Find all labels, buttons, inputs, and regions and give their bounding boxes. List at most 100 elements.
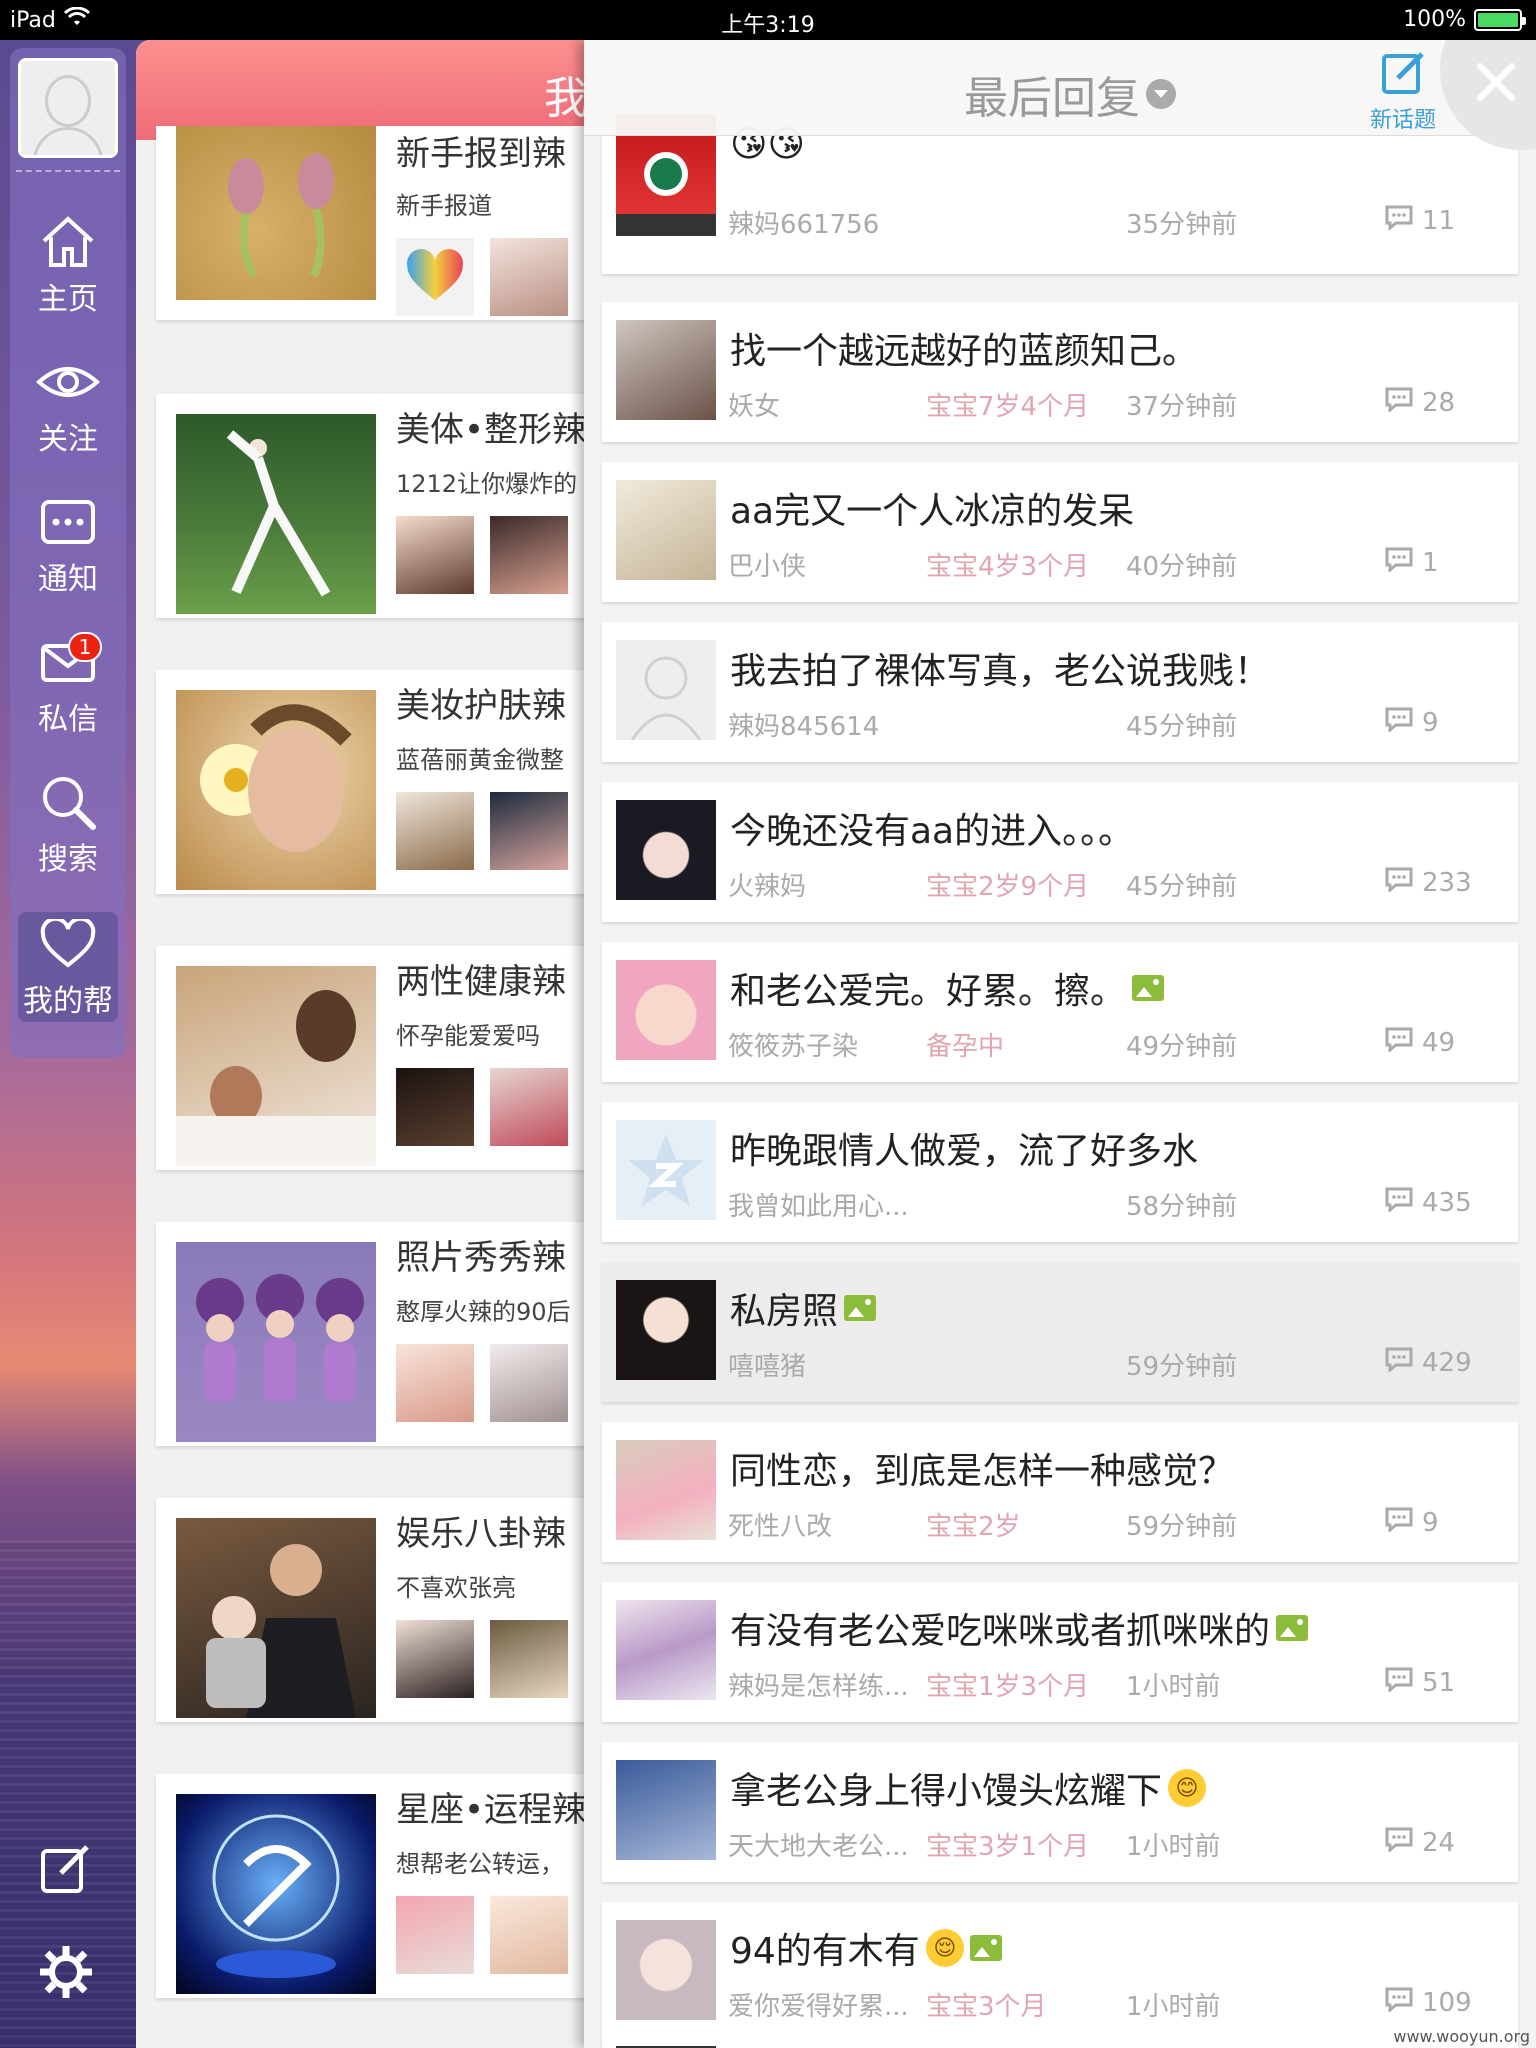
image-icon xyxy=(1276,1615,1309,1641)
topic-author: 嘻嘻猪 xyxy=(728,1352,807,1382)
topic-title: 94的有木有 😌 xyxy=(730,1922,1002,1974)
topic-author: 筱筱苏子染 xyxy=(728,1032,859,1062)
topic-row[interactable]: 私房照 嘻嘻猪 59分钟前 429 xyxy=(602,1262,1518,1402)
group-card[interactable]: 星座•运程辣 想帮老公转运， xyxy=(156,1774,596,1998)
topic-title: 和老公爱完。好累。擦。 xyxy=(730,962,1165,1014)
topic-row[interactable] xyxy=(602,2040,1518,2048)
topic-thumbnail xyxy=(616,480,716,580)
topic-author: 巴小侠 xyxy=(728,552,807,582)
battery-percent: 100% xyxy=(1403,7,1466,32)
topic-thumbnail xyxy=(616,960,716,1060)
topic-comment-count: 233 xyxy=(1384,866,1472,899)
topic-comment-count: 49 xyxy=(1384,1026,1455,1059)
avatar[interactable] xyxy=(18,58,118,158)
group-card[interactable]: 美体•整形辣 1212让你爆炸的 xyxy=(156,394,596,618)
image-icon xyxy=(969,1935,1002,1961)
topic-row[interactable]: 找一个越远越好的蓝颜知己。 妖女 宝宝7岁4个月 37分钟前 28 xyxy=(602,302,1518,442)
group-card[interactable]: 新手报到辣 新手报道 xyxy=(156,126,596,320)
topic-row[interactable]: 有没有老公爱吃咪咪或者抓咪咪的 辣妈是怎样练... 宝宝1岁3个月 1小时前 5… xyxy=(602,1582,1518,1722)
topic-thumbnail xyxy=(616,1920,716,2020)
group-name: 新手报到辣 xyxy=(396,134,566,174)
group-name: 美妆护肤辣 xyxy=(396,686,566,726)
comment-icon xyxy=(1384,1186,1414,1219)
close-icon[interactable] xyxy=(1466,52,1526,112)
group-card[interactable]: 两性健康辣 怀孕能爱爱吗 xyxy=(156,946,596,1170)
divider xyxy=(16,170,120,172)
smile-emoji-icon: 😊 xyxy=(1168,1769,1207,1807)
topic-title: 拿老公身上得小馒头炫耀下 😊 xyxy=(730,1762,1207,1814)
member-avatar xyxy=(490,1620,568,1698)
sidebar-item-home[interactable]: 主页 xyxy=(18,210,118,320)
member-avatar xyxy=(490,1896,568,1974)
sidebar-item-notifications[interactable]: 通知 xyxy=(18,490,118,600)
member-avatar xyxy=(396,238,474,316)
groups-panel: 我 新手报到辣 新手报道 美体•整形辣 1212让你爆炸的 美妆护肤辣 蓝蓓丽黄… xyxy=(136,40,596,2048)
comment-icon xyxy=(1384,706,1414,739)
unread-badge: 1 xyxy=(68,632,102,662)
comment-icon xyxy=(1384,866,1414,899)
sort-label: 最后回复 xyxy=(964,73,1140,124)
topic-baby-age: 宝宝7岁4个月 xyxy=(926,392,1090,422)
watermark: www.wooyun.org xyxy=(1393,2027,1530,2046)
topic-comment-count: 9 xyxy=(1384,1506,1439,1539)
topic-row[interactable]: 拿老公身上得小馒头炫耀下 😊 天大地大老公... 宝宝3岁1个月 1小时前 24 xyxy=(602,1742,1518,1882)
topic-thumbnail xyxy=(616,1280,716,1380)
compose-icon[interactable] xyxy=(34,1836,98,1900)
member-avatar xyxy=(490,238,568,316)
topic-author: 辣妈是怎样练... xyxy=(728,1672,909,1702)
topic-comment-count: 24 xyxy=(1384,1826,1455,1859)
topic-author: 爱你爱得好累... xyxy=(728,1992,909,2022)
sidebar-item-follow[interactable]: 关注 xyxy=(18,350,118,460)
topic-row[interactable]: 今晚还没有aa的进入。。。 火辣妈 宝宝2岁9个月 45分钟前 233 xyxy=(602,782,1518,922)
topic-row[interactable]: 和老公爱完。好累。擦。 筱筱苏子染 备孕中 49分钟前 49 xyxy=(602,942,1518,1082)
topic-comment-count: 435 xyxy=(1384,1186,1472,1219)
sidebar-item-messages[interactable]: 1 私信 xyxy=(18,630,118,740)
topic-baby-age: 宝宝3个月 xyxy=(926,1992,1047,2022)
topic-thumbnail xyxy=(616,320,716,420)
clock: 上午3:19 xyxy=(721,13,815,38)
sort-dropdown[interactable]: 最后回复 xyxy=(964,62,1176,126)
topic-row[interactable]: 😘😘 辣妈661756 35分钟前 11 xyxy=(602,114,1518,274)
gear-icon[interactable] xyxy=(34,1940,98,2004)
topic-row[interactable]: 94的有木有 😌 爱你爱得好累... 宝宝3个月 1小时前 109 xyxy=(602,1902,1518,2042)
member-avatar xyxy=(396,1344,474,1422)
group-latest: 1212让你爆炸的 xyxy=(396,470,578,498)
topic-time: 1小时前 xyxy=(1126,1832,1221,1862)
topic-row[interactable]: 同性恋，到底是怎样一种感觉？ 死性八改 宝宝2岁 59分钟前 9 xyxy=(602,1422,1518,1562)
home-icon xyxy=(18,210,118,274)
sidebar-item-my-groups[interactable]: 我的帮 xyxy=(18,912,118,1022)
chevron-down-icon xyxy=(1146,79,1176,109)
sidebar-item-label: 搜索 xyxy=(38,842,98,877)
group-card[interactable]: 娱乐八卦辣 不喜欢张亮 xyxy=(156,1498,596,1722)
group-latest: 不喜欢张亮 xyxy=(396,1574,516,1602)
group-latest: 蓝蓓丽黄金微整 xyxy=(396,746,564,774)
topic-baby-age: 宝宝1岁3个月 xyxy=(926,1672,1090,1702)
sidebar-item-label: 主页 xyxy=(38,282,98,317)
group-card[interactable]: 美妆护肤辣 蓝蓓丽黄金微整 xyxy=(156,670,596,894)
topic-row[interactable]: 我去拍了裸体写真，老公说我贱！ 辣妈845614 45分钟前 9 xyxy=(602,622,1518,762)
topic-baby-age: 宝宝2岁 xyxy=(926,1512,1021,1542)
group-name: 美体•整形辣 xyxy=(396,410,587,450)
topic-time: 59分钟前 xyxy=(1126,1512,1238,1542)
topic-row[interactable]: aa完又一个人冰凉的发呆 巴小侠 宝宝4岁3个月 40分钟前 1 xyxy=(602,462,1518,602)
topic-thumbnail xyxy=(616,1760,716,1860)
topic-row[interactable]: 昨晚跟情人做爱，流了好多水 我曾如此用心... 58分钟前 435 xyxy=(602,1102,1518,1242)
group-thumbnail xyxy=(176,1242,376,1442)
battery-icon xyxy=(1474,8,1526,31)
topic-author: 辣妈661756 xyxy=(728,210,880,240)
notification-icon xyxy=(18,490,118,554)
group-thumbnail xyxy=(176,1794,376,1994)
member-avatar xyxy=(396,792,474,870)
member-avatar xyxy=(396,1620,474,1698)
comment-icon xyxy=(1384,1506,1414,1539)
sidebar-item-search[interactable]: 搜索 xyxy=(18,770,118,880)
topic-time: 49分钟前 xyxy=(1126,1032,1238,1062)
relieved-emoji-icon: 😌 xyxy=(925,1929,964,1967)
group-latest: 怀孕能爱爱吗 xyxy=(396,1022,540,1050)
group-latest: 新手报道 xyxy=(396,192,492,220)
comment-icon xyxy=(1384,204,1414,237)
topic-thumbnail xyxy=(616,800,716,900)
group-name: 娱乐八卦辣 xyxy=(396,1514,566,1554)
topic-author: 我曾如此用心... xyxy=(728,1192,909,1222)
group-card[interactable]: 照片秀秀辣 憨厚火辣的90后 xyxy=(156,1222,596,1446)
